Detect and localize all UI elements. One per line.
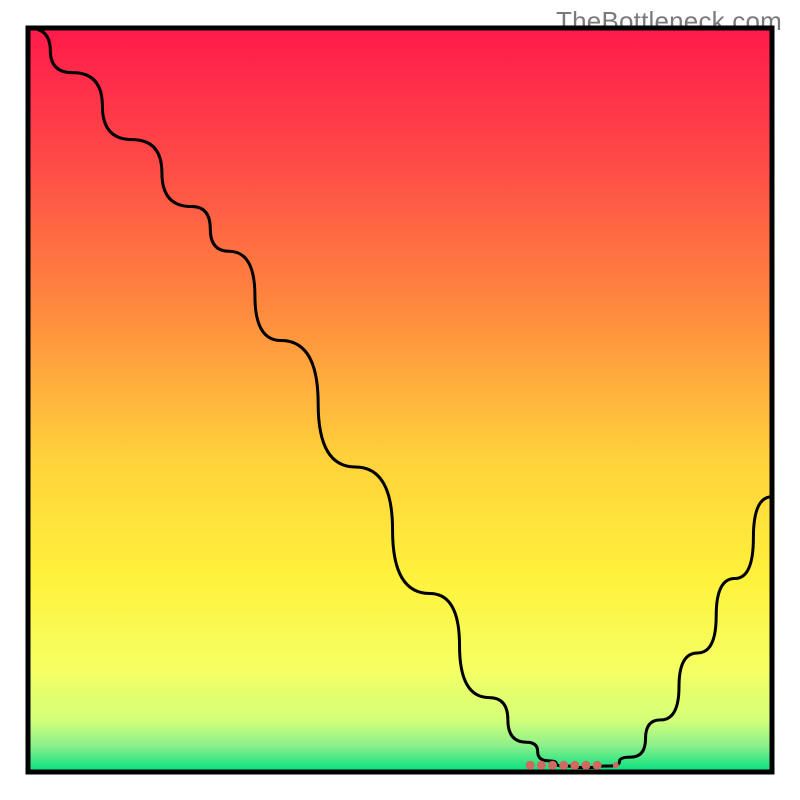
marker-dot [570,761,579,770]
marker-dot [548,761,557,770]
marker-dot [559,761,568,770]
marker-dot [613,762,619,768]
marker-dot [582,761,591,770]
chart-container: TheBottleneck.com [0,0,800,800]
marker-dot [537,761,546,770]
bottleneck-plot [0,0,800,800]
marker-dot [526,761,535,770]
marker-dot [593,761,602,770]
